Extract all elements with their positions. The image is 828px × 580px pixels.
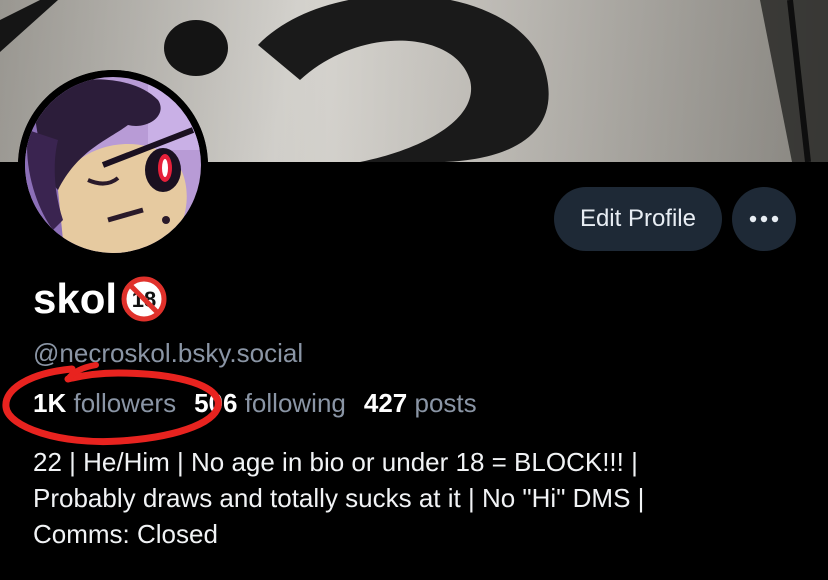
- followers-count: 1K: [33, 388, 67, 418]
- profile-actions: Edit Profile: [553, 187, 796, 251]
- profile-stats: 1K followers 506 following 427 posts: [33, 386, 495, 420]
- more-options-button[interactable]: [732, 187, 796, 251]
- profile-handle[interactable]: @necroskol.bsky.social: [33, 336, 303, 370]
- display-name: skol: [33, 275, 118, 322]
- followers-label: followers: [73, 388, 177, 418]
- posts-label: posts: [414, 388, 477, 418]
- following-label: following: [244, 388, 346, 418]
- edit-profile-button[interactable]: Edit Profile: [553, 187, 722, 251]
- posts-stat[interactable]: 427 posts: [364, 386, 477, 420]
- name-row: skol 18: [33, 272, 167, 326]
- following-count: 506: [194, 388, 238, 418]
- following-stat[interactable]: 506 following: [194, 386, 346, 420]
- profile-bio: 22 | He/Him | No age in bio or under 18 …: [33, 447, 645, 549]
- avatar-image: [18, 70, 208, 260]
- no-under-18-icon: 18: [121, 276, 167, 322]
- ellipsis-icon: [749, 215, 779, 223]
- posts-count: 427: [363, 388, 408, 418]
- followers-stat[interactable]: 1K followers: [33, 386, 176, 420]
- avatar[interactable]: [18, 70, 208, 260]
